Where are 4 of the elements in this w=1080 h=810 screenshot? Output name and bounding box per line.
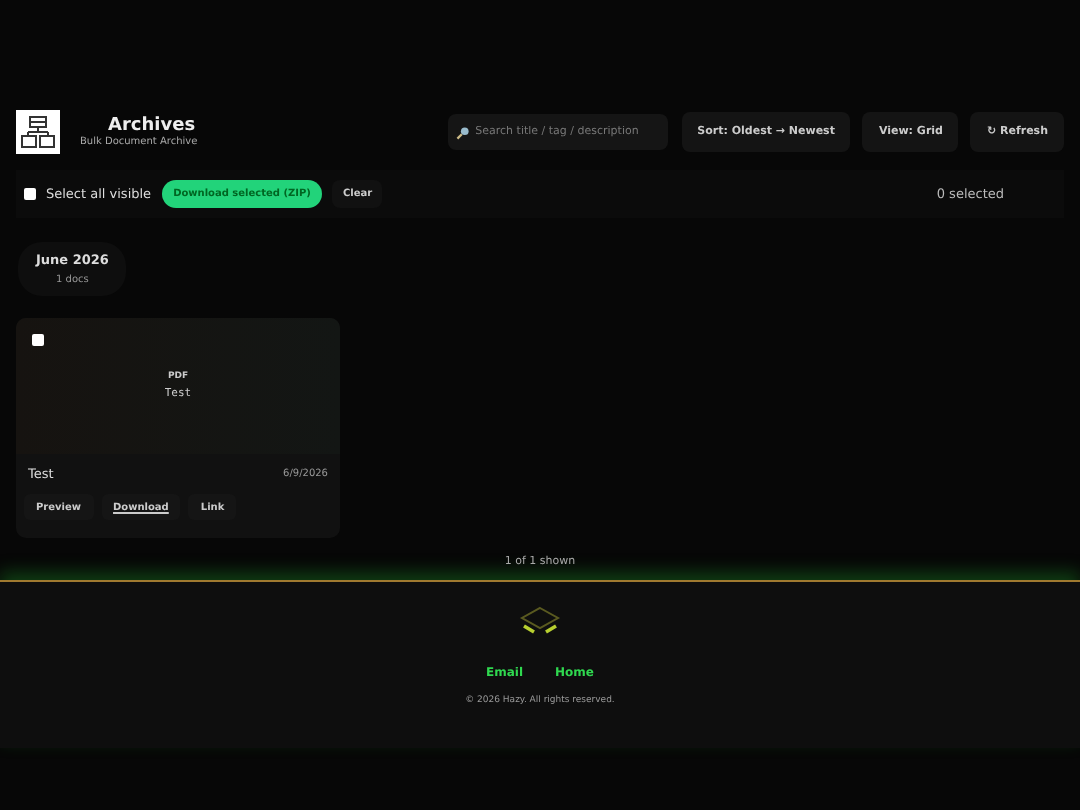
select-all-checkbox[interactable]: [24, 188, 36, 200]
page-title: Archives: [108, 116, 198, 136]
document-checkbox[interactable]: [32, 334, 44, 346]
logo-icon: [16, 110, 60, 154]
